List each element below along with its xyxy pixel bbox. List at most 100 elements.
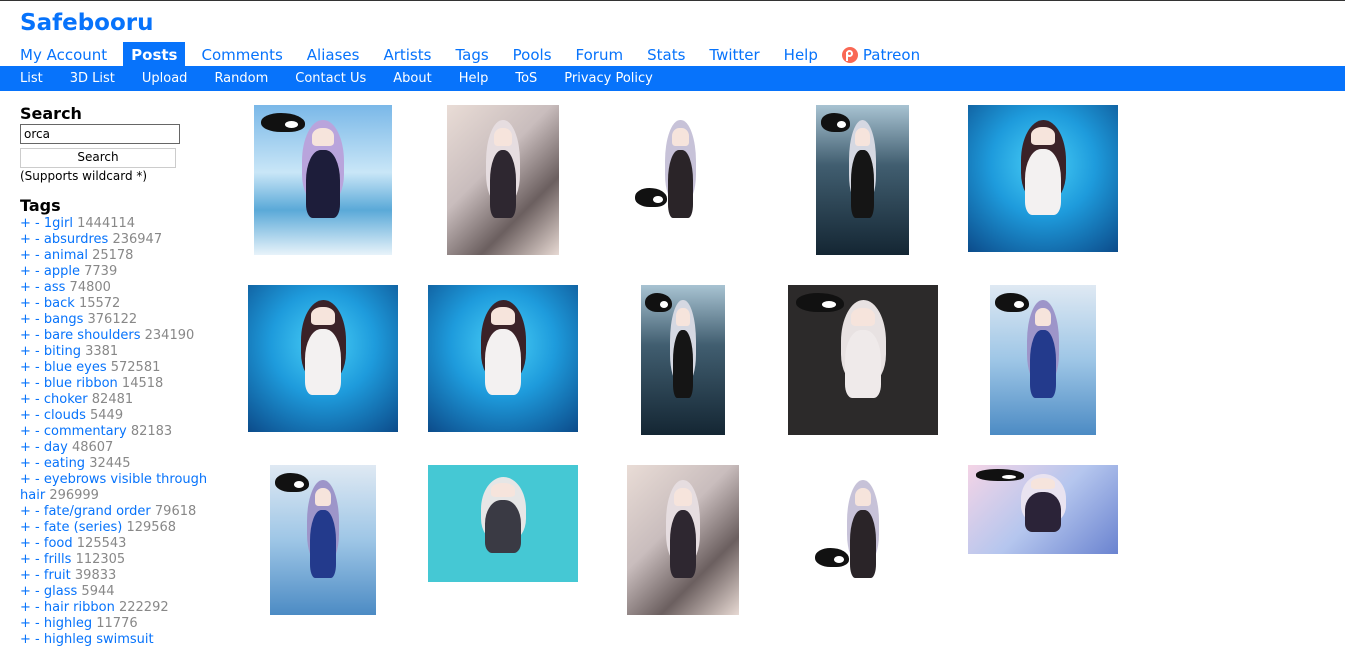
tag-exclude-link[interactable]: - (35, 440, 40, 455)
nav-pools[interactable]: Pools (505, 42, 560, 66)
tag-add-link[interactable]: + (20, 232, 31, 247)
thumb-orca-rider-spear[interactable] (968, 465, 1118, 554)
thumb-aquarium-catgirl-2[interactable] (248, 285, 398, 432)
tag-exclude-link[interactable]: - (35, 344, 40, 359)
tag-exclude-link[interactable]: - (35, 328, 40, 343)
tag-name-link[interactable]: clouds (44, 408, 86, 423)
tag-exclude-link[interactable]: - (35, 216, 40, 231)
tag-add-link[interactable]: + (20, 296, 31, 311)
tag-name-link[interactable]: fruit (44, 568, 71, 583)
tag-add-link[interactable]: + (20, 216, 31, 231)
tag-add-link[interactable]: + (20, 536, 31, 551)
tag-name-link[interactable]: glass (44, 584, 77, 599)
tag-name-link[interactable]: ass (44, 280, 66, 295)
tag-name-link[interactable]: absurdres (44, 232, 108, 247)
thumb-dark-water-orca[interactable] (816, 105, 909, 255)
tag-exclude-link[interactable]: - (35, 504, 40, 519)
nav-twitter[interactable]: Twitter (701, 42, 767, 66)
thumb-silver-hair-orca[interactable] (810, 465, 916, 615)
tag-add-link[interactable]: + (20, 328, 31, 343)
subnav-upload[interactable]: Upload (142, 71, 188, 86)
tag-add-link[interactable]: + (20, 472, 31, 487)
tag-add-link[interactable]: + (20, 504, 31, 519)
tag-exclude-link[interactable]: - (35, 232, 40, 247)
tag-name-link[interactable]: day (44, 440, 68, 455)
tag-add-link[interactable]: + (20, 632, 31, 647)
tag-add-link[interactable]: + (20, 600, 31, 615)
tag-name-link[interactable]: bangs (44, 312, 83, 327)
thumb-orca-apple-swimsuit[interactable] (254, 105, 392, 255)
tag-add-link[interactable]: + (20, 248, 31, 263)
tag-exclude-link[interactable]: - (35, 456, 40, 471)
tag-exclude-link[interactable]: - (35, 520, 40, 535)
nav-stats[interactable]: Stats (639, 42, 693, 66)
tag-add-link[interactable]: + (20, 360, 31, 375)
tag-exclude-link[interactable]: - (35, 312, 40, 327)
tag-name-link[interactable]: animal (44, 248, 88, 263)
tag-add-link[interactable]: + (20, 584, 31, 599)
nav-help[interactable]: Help (776, 42, 826, 66)
tag-name-link[interactable]: fate/grand order (44, 504, 151, 519)
tag-name-link[interactable]: hair ribbon (44, 600, 115, 615)
tag-add-link[interactable]: + (20, 344, 31, 359)
tag-name-link[interactable]: choker (44, 392, 88, 407)
tag-name-link[interactable]: highleg (44, 616, 92, 631)
nav-posts[interactable]: Posts (123, 42, 186, 66)
tag-exclude-link[interactable]: - (35, 408, 40, 423)
tag-exclude-link[interactable]: - (35, 552, 40, 567)
thumb-girl-holding-orca-plush[interactable] (630, 105, 731, 255)
tag-exclude-link[interactable]: - (35, 248, 40, 263)
tag-exclude-link[interactable]: - (35, 632, 40, 647)
tag-add-link[interactable]: + (20, 616, 31, 631)
tag-exclude-link[interactable]: - (35, 568, 40, 583)
tag-exclude-link[interactable]: - (35, 472, 40, 487)
subnav-tos[interactable]: ToS (515, 71, 537, 86)
tag-exclude-link[interactable]: - (35, 600, 40, 615)
tag-exclude-link[interactable]: - (35, 280, 40, 295)
thumb-blue-swimsuit-back[interactable] (990, 285, 1096, 435)
thumb-aquarium-catgirl-3[interactable] (428, 285, 578, 432)
tag-exclude-link[interactable]: - (35, 376, 40, 391)
tag-add-link[interactable]: + (20, 264, 31, 279)
subnav-privacy-policy[interactable]: Privacy Policy (564, 71, 653, 86)
tag-add-link[interactable]: + (20, 440, 31, 455)
thumb-deep-blue-poster[interactable] (641, 285, 725, 435)
thumb-dark-dress-flowers-2[interactable] (627, 465, 739, 615)
search-button[interactable]: Search (20, 148, 176, 168)
nav-aliases[interactable]: Aliases (299, 42, 368, 66)
subnav-list[interactable]: List (20, 71, 43, 86)
tag-exclude-link[interactable]: - (35, 424, 40, 439)
tag-add-link[interactable]: + (20, 456, 31, 471)
subnav-about[interactable]: About (393, 71, 431, 86)
thumb-blue-swimsuit-back-2[interactable] (270, 465, 376, 615)
tag-add-link[interactable]: + (20, 568, 31, 583)
tag-add-link[interactable]: + (20, 408, 31, 423)
nav-artists[interactable]: Artists (375, 42, 439, 66)
tag-exclude-link[interactable]: - (35, 536, 40, 551)
thumb-aquarium-catgirl[interactable] (968, 105, 1118, 252)
nav-comments[interactable]: Comments (193, 42, 290, 66)
tag-exclude-link[interactable]: - (35, 296, 40, 311)
tag-name-link[interactable]: back (44, 296, 75, 311)
tag-add-link[interactable]: + (20, 392, 31, 407)
tag-exclude-link[interactable]: - (35, 360, 40, 375)
thumb-chibi-wolf-group[interactable] (428, 465, 578, 582)
tag-exclude-link[interactable]: - (35, 584, 40, 599)
thumb-dark-dress-flowers[interactable] (447, 105, 559, 255)
tag-name-link[interactable]: food (44, 536, 73, 551)
tag-name-link[interactable]: blue eyes (44, 360, 107, 375)
tag-name-link[interactable]: frills (44, 552, 72, 567)
subnav-help[interactable]: Help (459, 71, 489, 86)
tag-name-link[interactable]: blue ribbon (44, 376, 118, 391)
nav-tags[interactable]: Tags (447, 42, 496, 66)
tag-add-link[interactable]: + (20, 376, 31, 391)
tag-add-link[interactable]: + (20, 520, 31, 535)
tag-name-link[interactable]: biting (44, 344, 81, 359)
tag-name-link[interactable]: eating (44, 456, 85, 471)
tag-exclude-link[interactable]: - (35, 264, 40, 279)
subnav-3d-list[interactable]: 3D List (70, 71, 115, 86)
tag-add-link[interactable]: + (20, 280, 31, 295)
site-logo-link[interactable]: Safebooru (20, 10, 153, 36)
tag-name-link[interactable]: bare shoulders (44, 328, 141, 343)
tag-name-link[interactable]: apple (44, 264, 80, 279)
